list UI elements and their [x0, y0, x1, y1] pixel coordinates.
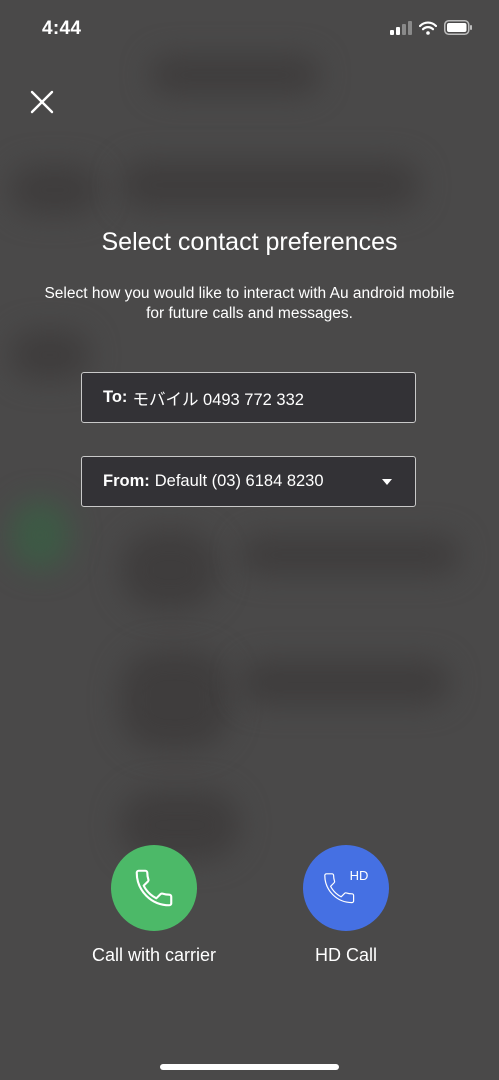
status-icons — [390, 20, 473, 35]
hd-call-label: HD Call — [314, 945, 377, 965]
blurred-shape — [10, 165, 100, 215]
call-carrier-circle[interactable] — [111, 845, 197, 931]
call-with-carrier-button[interactable]: Call with carrier — [70, 845, 238, 966]
blurred-shape — [120, 530, 220, 610]
battery-icon — [444, 20, 472, 35]
blurred-shape — [10, 500, 70, 570]
home-indicator[interactable] — [160, 1064, 339, 1070]
close-icon — [30, 90, 54, 114]
hd-badge: HD — [350, 868, 369, 883]
hd-phone-icon: HD — [324, 868, 369, 904]
to-value: モバイル 0493 772 332 — [132, 390, 304, 409]
wifi-icon — [419, 21, 437, 35]
hd-call-circle[interactable]: HD — [303, 845, 389, 931]
blurred-shape — [240, 660, 450, 705]
to-field: To: モバイル 0493 772 332 — [81, 372, 416, 423]
from-label: From: — [103, 472, 150, 490]
call-carrier-label: Call with carrier — [91, 945, 217, 965]
from-value: Default (03) 6184 8230 — [154, 472, 324, 490]
from-dropdown[interactable]: From: Default (03) 6184 8230 — [81, 456, 416, 507]
blurred-shape — [120, 160, 420, 210]
blurred-shape — [240, 535, 460, 575]
page-title: Select contact preferences — [101, 228, 398, 256]
status-time: 4:44 — [42, 18, 82, 39]
cellular-signal-icon — [390, 20, 412, 35]
dropdown-arrow-icon — [382, 479, 392, 485]
close-button[interactable] — [28, 88, 56, 116]
page-subtitle: Select how you would like to interact wi… — [44, 285, 455, 322]
hd-call-button[interactable]: HD HD Call — [286, 845, 406, 966]
blurred-shape — [150, 55, 320, 95]
to-label: To: — [103, 388, 128, 406]
blurred-shape — [10, 330, 90, 380]
blurred-shape — [120, 650, 230, 750]
status-bar: 4:44 — [0, 0, 499, 60]
phone-icon — [135, 869, 173, 907]
